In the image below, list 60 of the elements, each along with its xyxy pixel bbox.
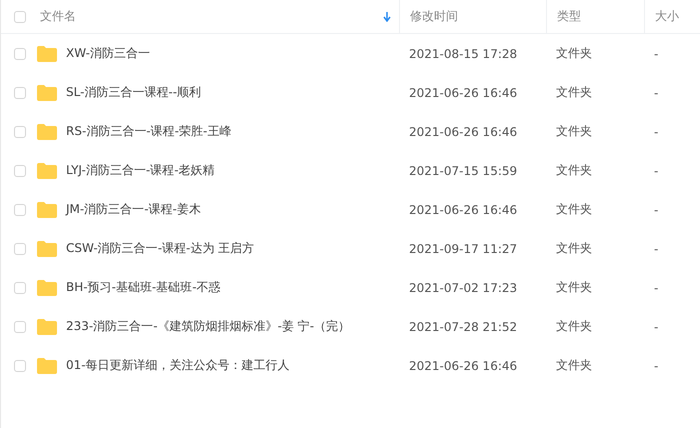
modified-date: 2021-06-26 16:46 <box>408 124 518 138</box>
file-type: 文件夹 <box>555 357 593 374</box>
file-size: - <box>653 124 660 138</box>
file-size: - <box>653 86 660 100</box>
file-type: 文件夹 <box>555 123 593 140</box>
file-size: - <box>653 242 660 256</box>
file-size: - <box>653 280 660 294</box>
modified-date: 2021-07-02 17:23 <box>408 280 518 294</box>
file-name[interactable]: XW-消防三合一 <box>66 45 150 62</box>
file-type: 文件夹 <box>555 279 593 296</box>
checkbox[interactable] <box>14 282 26 294</box>
file-size: - <box>653 320 660 334</box>
file-name[interactable]: 01-每日更新详细，关注公众号：建工行人 <box>66 357 290 374</box>
checkbox[interactable] <box>14 164 26 176</box>
modified-date: 2021-09-17 11:27 <box>408 242 518 256</box>
file-type: 文件夹 <box>555 84 593 101</box>
file-name[interactable]: RS-消防三合一-课程-荣胜-王峰 <box>66 123 232 140</box>
file-size: - <box>653 358 660 372</box>
checkbox[interactable] <box>14 360 26 372</box>
file-size: - <box>653 202 660 216</box>
column-header[interactable]: 大小 <box>655 8 679 25</box>
checkbox[interactable] <box>14 242 26 254</box>
folder-icon <box>37 358 57 374</box>
folder-icon <box>37 280 57 296</box>
sort-arrow-icon[interactable] <box>383 12 391 22</box>
file-name[interactable]: BH-预习-基础班-基础班-不惑 <box>66 279 221 296</box>
checkbox[interactable] <box>14 204 26 216</box>
modified-date: 2021-06-26 16:46 <box>408 202 518 216</box>
file-name[interactable]: CSW-消防三合一-课程-达为 王启方 <box>66 240 254 257</box>
file-name[interactable]: LYJ-消防三合一-课程-老妖精 <box>66 162 215 179</box>
file-size: - <box>653 46 660 60</box>
checkbox[interactable] <box>14 320 26 332</box>
file-name[interactable]: JM-消防三合一-课程-姜木 <box>66 201 201 218</box>
folder-icon <box>37 46 57 62</box>
file-type: 文件夹 <box>555 45 593 62</box>
file-type: 文件夹 <box>555 162 593 179</box>
column-header[interactable]: 修改时间 <box>410 8 458 25</box>
file-size: - <box>653 164 660 178</box>
folder-icon <box>37 84 57 100</box>
file-type: 文件夹 <box>555 240 593 257</box>
file-type: 文件夹 <box>555 201 593 218</box>
folder-icon <box>37 240 57 256</box>
checkbox[interactable] <box>14 10 26 22</box>
file-name[interactable]: 233-消防三合一-《建筑防烟排烟标准》-姜 宁-（完） <box>66 318 350 335</box>
folder-icon <box>37 124 57 140</box>
modified-date: 2021-07-28 21:52 <box>408 320 518 334</box>
column-header[interactable]: 类型 <box>557 8 581 25</box>
file-type: 文件夹 <box>555 318 593 335</box>
folder-icon <box>37 318 57 334</box>
modified-date: 2021-06-26 16:46 <box>408 358 518 372</box>
checkbox[interactable] <box>14 48 26 60</box>
checkbox[interactable] <box>14 126 26 138</box>
file-name[interactable]: SL-消防三合一课程--顺利 <box>66 84 202 101</box>
modified-date: 2021-07-15 15:59 <box>408 164 518 178</box>
checkbox[interactable] <box>14 86 26 98</box>
modified-date: 2021-06-26 16:46 <box>408 86 518 100</box>
folder-icon <box>37 202 57 218</box>
modified-date: 2021-08-15 17:28 <box>408 46 518 60</box>
column-header[interactable]: 文件名 <box>40 8 76 25</box>
folder-icon <box>37 162 57 178</box>
